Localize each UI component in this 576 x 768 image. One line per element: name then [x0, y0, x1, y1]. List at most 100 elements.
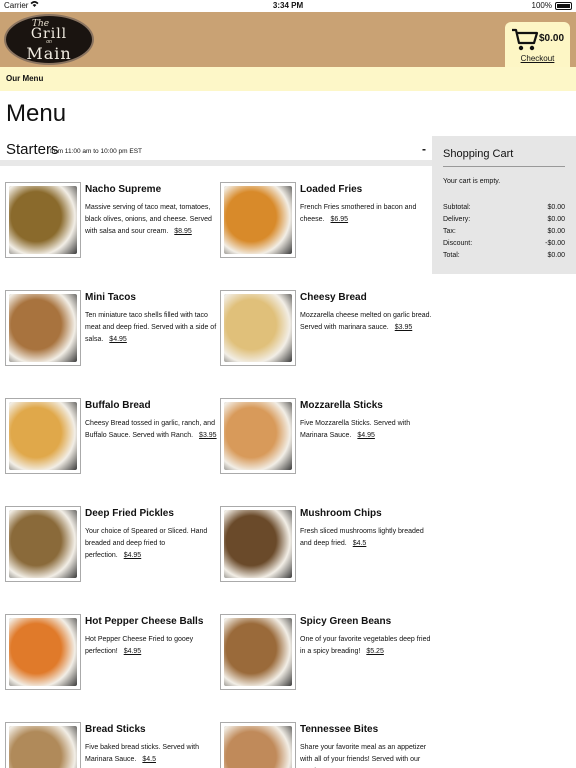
menu-item-nacho-supreme[interactable]: Nacho Supreme Massive serving of taco me…: [5, 182, 220, 282]
menu-item-price[interactable]: $3.95: [199, 432, 217, 439]
menu-item-desc-text: French Fries smothered in bacon and chee…: [300, 204, 417, 223]
clock: 3:34 PM: [272, 1, 304, 10]
shopping-cart-icon[interactable]: [511, 28, 539, 52]
menu-item-image[interactable]: [5, 506, 81, 582]
menu-item-name[interactable]: Cheesy Bread: [300, 292, 367, 303]
menu-item-buffalo-bread[interactable]: Buffalo Bread Cheesy Bread tossed in gar…: [5, 398, 220, 498]
divider: [443, 166, 565, 167]
cart-row-label: Subtotal:: [443, 204, 471, 211]
menu-item-description: One of your favorite vegetables deep fri…: [300, 634, 432, 658]
cart-row-value: -$0.00: [545, 240, 565, 247]
menu-item-deep-fried-pickles[interactable]: Deep Fried Pickles Your choice of Speare…: [5, 506, 220, 606]
menu-item-name[interactable]: Nacho Supreme: [85, 184, 161, 195]
menu-item-price[interactable]: $6.95: [331, 216, 349, 223]
cart-row-discount: Discount: -$0.00: [443, 240, 565, 252]
menu-item-name[interactable]: Tennessee Bites: [300, 724, 378, 735]
menu-item-desc-text: Your choice of Speared or Sliced. Hand b…: [85, 528, 208, 559]
food-photo: [224, 186, 292, 254]
menu-item-desc-text: Share your favorite meal as an appetizer…: [300, 744, 427, 763]
cart-row-label: Delivery:: [443, 216, 471, 223]
menu-item-image[interactable]: [220, 398, 296, 474]
menu-item-description: Five baked bread sticks. Served with Mar…: [85, 742, 217, 766]
menu-item-tennessee-bites[interactable]: Tennessee Bites Share your favorite meal…: [220, 722, 435, 768]
cart-row-value: $0.00: [547, 252, 565, 259]
menu-item-description: Share your favorite meal as an appetizer…: [300, 742, 432, 768]
status-bar: Carrier 3:34 PM 100%: [0, 0, 576, 12]
battery-percent: 100%: [531, 1, 552, 10]
menu-item-desc-text: Cheesy Bread tossed in garlic, ranch, an…: [85, 420, 215, 439]
menu-item-description: Hot Pepper Cheese Fried to gooey perfect…: [85, 634, 217, 658]
cart-row-value: $0.00: [547, 228, 565, 235]
menu-item-name[interactable]: Deep Fried Pickles: [85, 508, 174, 519]
menu-item-price[interactable]: $4.95: [109, 336, 127, 343]
menu-item-name[interactable]: Spicy Green Beans: [300, 616, 391, 627]
menu-item-loaded-fries[interactable]: Loaded Fries French Fries smothered in b…: [220, 182, 435, 282]
food-photo: [224, 510, 292, 578]
menu-item-cheesy-bread[interactable]: Cheesy Bread Mozzarella cheese melted on…: [220, 290, 435, 390]
menu-item-name[interactable]: Buffalo Bread: [85, 400, 151, 411]
menu-subnav: Our Menu: [0, 67, 576, 91]
menu-item-description: Ten miniature taco shells filled with ta…: [85, 310, 217, 346]
section-header-starters[interactable]: Starters from 11:00 am to 10:00 pm EST -: [0, 138, 432, 166]
food-photo: [9, 186, 77, 254]
shopping-cart-title: Shopping Cart: [443, 148, 514, 160]
menu-item-name[interactable]: Mozzarella Sticks: [300, 400, 383, 411]
cart-row-value: $0.00: [547, 216, 565, 223]
menu-item-price[interactable]: $4.95: [357, 432, 375, 439]
menu-item-description: French Fries smothered in bacon and chee…: [300, 202, 432, 226]
menu-item-hot-pepper-cheese-balls[interactable]: Hot Pepper Cheese Balls Hot Pepper Chees…: [5, 614, 220, 714]
menu-item-name[interactable]: Mini Tacos: [85, 292, 136, 303]
menu-item-image[interactable]: [220, 506, 296, 582]
menu-item-image[interactable]: [5, 182, 81, 258]
cart-row-label: Total:: [443, 252, 460, 259]
menu-item-price[interactable]: $4.95: [124, 648, 142, 655]
logo-main: Main: [26, 44, 72, 63]
menu-item-image[interactable]: [220, 182, 296, 258]
food-photo: [9, 510, 77, 578]
food-photo: [224, 726, 292, 768]
menu-item-desc-text: Ten miniature taco shells filled with ta…: [85, 312, 217, 343]
restaurant-logo[interactable]: The Grill on Main: [4, 14, 94, 65]
menu-item-price[interactable]: $4.5: [353, 540, 367, 547]
menu-item-spicy-green-beans[interactable]: Spicy Green Beans One of your favorite v…: [220, 614, 435, 714]
menu-item-image[interactable]: [220, 722, 296, 768]
menu-item-image[interactable]: [5, 290, 81, 366]
checkout-link[interactable]: Checkout: [505, 54, 570, 63]
menu-item-desc-text: Five Mozzarella Sticks. Served with Mari…: [300, 420, 411, 439]
menu-item-mozzarella-sticks[interactable]: Mozzarella Sticks Five Mozzarella Sticks…: [220, 398, 435, 498]
menu-item-price[interactable]: $3.95: [395, 324, 413, 331]
menu-item-price[interactable]: $8.95: [174, 228, 192, 235]
food-photo: [9, 726, 77, 768]
menu-item-name[interactable]: Mushroom Chips: [300, 508, 382, 519]
menu-item-description: Cheesy Bread tossed in garlic, ranch, an…: [85, 418, 217, 442]
menu-item-name[interactable]: Loaded Fries: [300, 184, 362, 195]
menu-item-image[interactable]: [220, 614, 296, 690]
food-photo: [224, 618, 292, 686]
menu-item-bread-sticks[interactable]: Bread Sticks Five baked bread sticks. Se…: [5, 722, 220, 768]
collapse-toggle[interactable]: -: [422, 142, 426, 156]
header-cart-total: $0.00: [539, 33, 565, 44]
menu-item-name[interactable]: Bread Sticks: [85, 724, 146, 735]
section-hours: from 11:00 am to 10:00 pm EST: [50, 148, 143, 155]
menu-item-image[interactable]: [5, 722, 81, 768]
food-photo: [224, 294, 292, 362]
cart-row-label: Discount:: [443, 240, 473, 247]
menu-item-price[interactable]: $4.5: [142, 756, 156, 763]
menu-item-description: Mozzarella cheese melted on garlic bread…: [300, 310, 432, 334]
menu-item-description: Five Mozzarella Sticks. Served with Mari…: [300, 418, 432, 442]
menu-item-image[interactable]: [220, 290, 296, 366]
cart-totals: Subtotal: $0.00 Delivery: $0.00 Tax: $0.…: [443, 204, 565, 264]
cart-empty-message: Your cart is empty.: [443, 178, 501, 185]
menu-item-price[interactable]: $4.95: [124, 552, 142, 559]
menu-item-mushroom-chips[interactable]: Mushroom Chips Fresh sliced mushrooms li…: [220, 506, 435, 606]
food-photo: [9, 402, 77, 470]
food-photo: [9, 618, 77, 686]
menu-item-image[interactable]: [5, 614, 81, 690]
cart-row-value: $0.00: [547, 204, 565, 211]
menu-item-price[interactable]: $5.25: [366, 648, 384, 655]
menu-item-name[interactable]: Hot Pepper Cheese Balls: [85, 616, 203, 627]
menu-item-mini-tacos[interactable]: Mini Tacos Ten miniature taco shells fil…: [5, 290, 220, 390]
menu-item-image[interactable]: [5, 398, 81, 474]
shopping-cart-panel: Shopping Cart Your cart is empty. Subtot…: [432, 136, 576, 274]
cart-row-label: Tax:: [443, 228, 456, 235]
